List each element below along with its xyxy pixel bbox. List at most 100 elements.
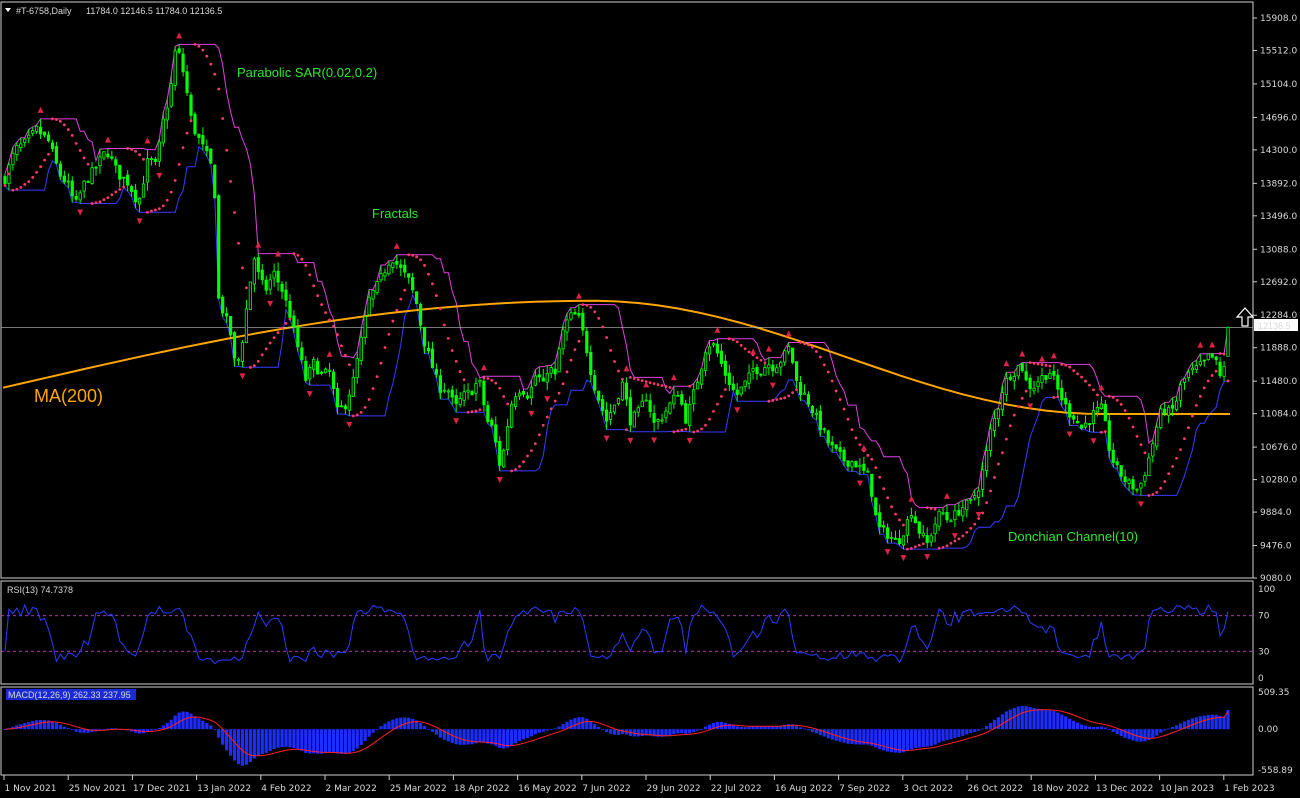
sar-dot — [565, 370, 569, 374]
sar-dot — [680, 428, 684, 432]
candle-body — [153, 158, 157, 162]
candle-body — [19, 143, 23, 149]
price-tick-label: 14300.0 — [1260, 146, 1297, 156]
candle-body — [957, 509, 961, 516]
macd-histogram-bar — [1044, 709, 1048, 730]
sar-dot — [355, 413, 359, 417]
macd-histogram-bar — [529, 729, 534, 737]
candle-body — [1008, 376, 1012, 380]
sar-dot — [35, 170, 39, 174]
sar-dot — [403, 288, 407, 292]
sar-dot — [652, 382, 656, 386]
candle-body — [771, 364, 775, 372]
candle-body — [616, 398, 621, 404]
candle-body — [933, 523, 937, 534]
sar-dot — [31, 176, 35, 179]
candle-body — [339, 405, 344, 408]
macd-histogram-bar — [387, 721, 391, 730]
candle-body — [605, 409, 609, 422]
sar-dot — [818, 355, 822, 359]
macd-histogram-bar — [466, 729, 470, 745]
candle-body — [684, 403, 688, 424]
macd-histogram-bar — [371, 729, 375, 733]
macd-histogram-bar — [707, 724, 712, 730]
candle-body — [561, 329, 565, 350]
candle-body — [945, 511, 949, 521]
macd-histogram-bar — [260, 729, 264, 755]
candle-body — [110, 156, 114, 159]
sar-dot — [415, 255, 419, 259]
sar-dot — [229, 179, 232, 183]
sar-dot — [375, 375, 379, 379]
candle-body — [1095, 406, 1100, 413]
candle-body — [141, 183, 146, 198]
sar-dot — [589, 305, 593, 309]
date-tick-label: 1 Feb 2023 — [1224, 784, 1274, 794]
macd-tick-label: -558.89 — [1258, 766, 1293, 776]
sar-dot — [676, 429, 680, 433]
candle-body — [981, 469, 985, 490]
sar-dot — [530, 449, 533, 453]
macd-histogram-bar — [1091, 726, 1096, 730]
candle-body — [126, 174, 130, 186]
sar-dot — [581, 303, 585, 307]
macd-histogram-bar — [74, 729, 78, 732]
sar-dot — [688, 384, 692, 388]
candle-body — [893, 537, 898, 540]
sar-dot — [47, 152, 50, 156]
macd-histogram-bar — [276, 729, 280, 748]
candle-body — [122, 176, 126, 179]
sar-dot — [957, 537, 961, 541]
macd-histogram-bar — [981, 728, 985, 730]
candle-body — [470, 391, 474, 396]
sar-dot — [526, 454, 529, 458]
candle-body — [498, 441, 502, 466]
sar-dot — [272, 336, 276, 340]
macd-histogram-bar — [1186, 719, 1191, 730]
sar-dot — [217, 87, 221, 91]
macd-histogram-bar — [573, 718, 577, 730]
macd-histogram-bar — [581, 717, 585, 730]
candle-body — [363, 316, 367, 338]
macd-histogram-bar — [323, 729, 328, 754]
macd-histogram-bar — [1052, 711, 1056, 730]
macd-histogram-bar — [688, 729, 692, 734]
macd-histogram-bar — [474, 729, 478, 744]
candle-body — [608, 412, 613, 420]
sar-dot — [850, 428, 854, 432]
candle-body — [1202, 359, 1206, 362]
candle-body — [929, 535, 933, 543]
sar-dot — [648, 381, 652, 385]
candle-body — [1139, 482, 1143, 489]
sar-dot — [1096, 393, 1099, 397]
candle-body — [1072, 415, 1076, 420]
sar-dot — [672, 430, 676, 434]
candle-body — [70, 180, 74, 197]
macd-histogram-bar — [189, 713, 193, 730]
sar-dot — [945, 544, 949, 548]
macd-histogram-bar — [557, 726, 561, 730]
ma200-label: MA(200) — [34, 386, 103, 406]
candle-body — [834, 444, 838, 449]
sar-dot — [866, 454, 870, 457]
candle-body — [913, 516, 917, 524]
candle-body — [50, 142, 55, 150]
candle-body — [961, 507, 965, 517]
macd-histogram-bar — [1151, 729, 1155, 739]
candle-body — [343, 405, 347, 410]
sar-dot — [787, 394, 791, 398]
macd-histogram-bar — [794, 725, 799, 730]
macd-histogram-bar — [426, 728, 431, 730]
sar-dot — [130, 147, 134, 151]
macd-histogram-bar — [446, 729, 450, 742]
price-tick-label: 11480.0 — [1260, 377, 1297, 387]
macd-histogram-bar — [335, 729, 340, 754]
sar-dot — [351, 414, 355, 418]
sar-dot — [1048, 364, 1052, 368]
macd-histogram-bar — [1099, 726, 1103, 730]
sar-dot — [842, 407, 846, 411]
macd-histogram-bar — [1087, 726, 1092, 730]
candle-body — [735, 389, 739, 395]
candle-body — [181, 53, 185, 73]
macd-histogram-bar — [1111, 729, 1115, 733]
